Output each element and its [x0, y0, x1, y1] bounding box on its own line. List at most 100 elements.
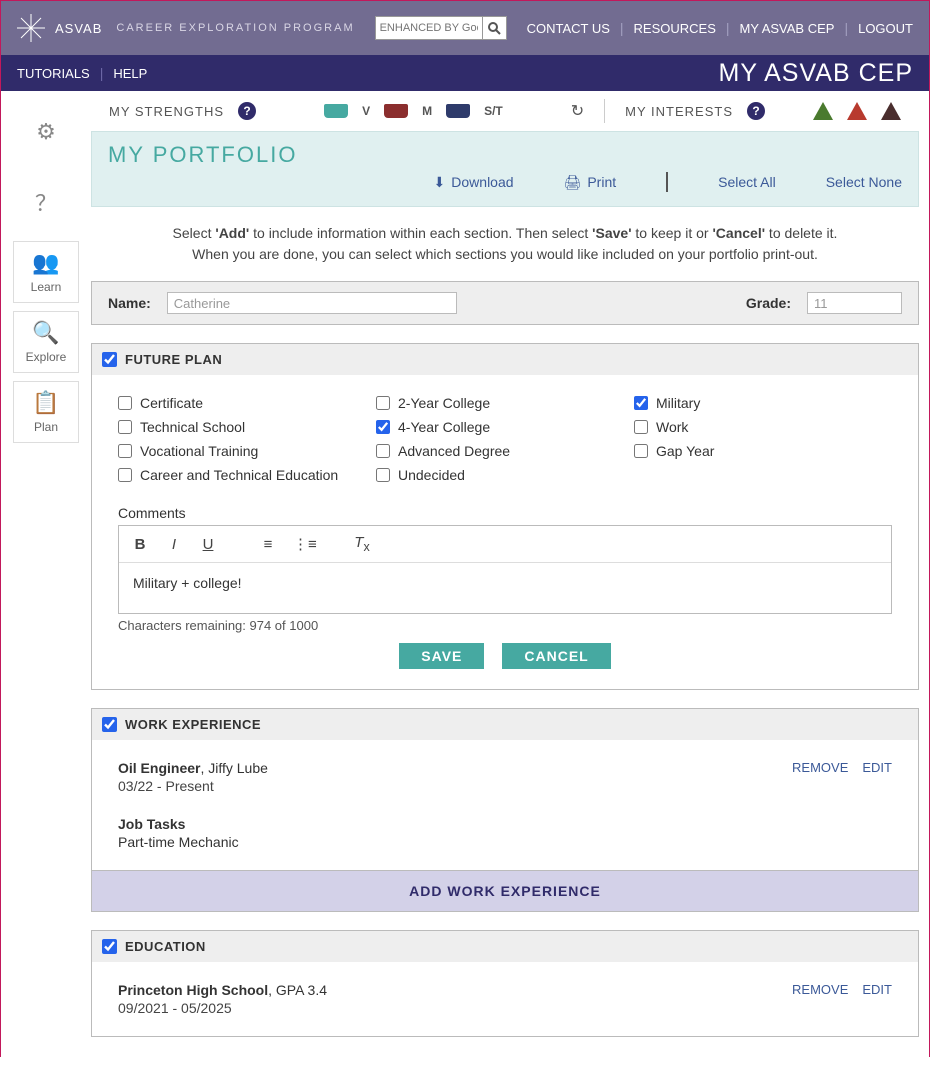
- name-label: Name:: [108, 295, 151, 311]
- sub-header: TUTORIALS | HELP MY ASVAB CEP: [1, 55, 929, 91]
- strengths-label: MY STRENGTHS: [109, 104, 224, 119]
- portfolio-header: MY PORTFOLIO ⬇Download 🖨Print Select All…: [91, 131, 919, 207]
- nav-plan-label: Plan: [34, 420, 58, 434]
- opt-four-year[interactable]: 4-Year College: [376, 419, 634, 435]
- refresh-icon[interactable]: ↻: [571, 101, 584, 121]
- clear-format-button[interactable]: Tx: [353, 534, 371, 554]
- nav-learn[interactable]: 👥 Learn: [13, 241, 79, 303]
- comments-textarea[interactable]: Military + college!: [119, 563, 891, 613]
- opt-work[interactable]: Work: [634, 419, 892, 435]
- instructions: Select 'Add' to include information with…: [91, 207, 919, 281]
- nav-logout[interactable]: LOGOUT: [858, 21, 913, 36]
- education-edit-link[interactable]: EDIT: [862, 982, 892, 997]
- work-title: WORK EXPERIENCE: [125, 717, 261, 732]
- education-school: Princeton High School: [118, 982, 268, 998]
- interests-label: MY INTERESTS: [625, 104, 733, 119]
- save-button[interactable]: SAVE: [399, 643, 484, 669]
- interest-badge-c: [813, 102, 833, 120]
- page-title: MY ASVAB CEP: [719, 59, 913, 88]
- nav-help-icon[interactable]: ？: [13, 171, 79, 233]
- char-counter: Characters remaining: 974 of 1000: [118, 618, 892, 633]
- work-dates: 03/22 - Present: [118, 778, 892, 794]
- download-icon: ⬇: [434, 174, 446, 191]
- cancel-button[interactable]: CANCEL: [502, 643, 610, 669]
- select-all-link[interactable]: Select All: [718, 174, 776, 190]
- nav-plan[interactable]: 📋 Plan: [13, 381, 79, 443]
- work-include-checkbox[interactable]: [102, 717, 117, 732]
- opt-vocational[interactable]: Vocational Training: [118, 443, 376, 459]
- content-area: MY STRENGTHS ? V M S/T ↻ MY INTERESTS ? …: [91, 91, 929, 1057]
- name-grade-bar: Name: Grade:: [91, 281, 919, 325]
- left-nav: ⚙ ？ 👥 Learn 🔍 Explore 📋 Plan: [1, 91, 91, 1057]
- grade-label: Grade:: [746, 295, 791, 311]
- education-include-checkbox[interactable]: [102, 939, 117, 954]
- bold-button[interactable]: B: [131, 536, 149, 553]
- nav-explore[interactable]: 🔍 Explore: [13, 311, 79, 373]
- work-entry: REMOVE EDIT Oil Engineer, Jiffy Lube 03/…: [118, 760, 892, 850]
- select-none-link[interactable]: Select None: [826, 174, 902, 190]
- education-remove-link[interactable]: REMOVE: [792, 982, 848, 997]
- top-nav: CONTACT US| RESOURCES| MY ASVAB CEP| LOG…: [527, 20, 913, 36]
- work-job-title: Oil Engineer: [118, 760, 200, 776]
- search-input[interactable]: [375, 16, 483, 40]
- nav-help[interactable]: HELP: [113, 66, 147, 81]
- nav-tutorials[interactable]: TUTORIALS: [17, 66, 90, 81]
- opt-two-year[interactable]: 2-Year College: [376, 395, 634, 411]
- opt-cte[interactable]: Career and Technical Education: [118, 467, 376, 483]
- plan-icon: 📋: [32, 390, 59, 416]
- search-box: [375, 16, 507, 40]
- explore-icon: 🔍: [32, 320, 59, 346]
- gear-icon: ⚙: [36, 119, 56, 145]
- portfolio-title: MY PORTFOLIO: [108, 142, 902, 168]
- unordered-list-button[interactable]: ⋮≡: [293, 535, 311, 553]
- italic-button[interactable]: I: [165, 536, 183, 553]
- opt-military[interactable]: Military: [634, 395, 892, 411]
- learn-icon: 👥: [32, 250, 59, 276]
- interest-badge-e: [847, 102, 867, 120]
- education-entry: REMOVE EDIT Princeton High School, GPA 3…: [118, 982, 892, 1016]
- interests-help-icon[interactable]: ?: [747, 102, 765, 120]
- book-navy-icon: [446, 102, 470, 120]
- nav-mycep[interactable]: MY ASVAB CEP: [740, 21, 835, 36]
- work-remove-link[interactable]: REMOVE: [792, 760, 848, 775]
- global-header: ASVAB CAREER EXPLORATION PROGRAM CONTACT…: [1, 1, 929, 55]
- education-gpa: , GPA 3.4: [268, 982, 327, 998]
- underline-button[interactable]: U: [199, 536, 217, 553]
- nav-learn-label: Learn: [31, 280, 62, 294]
- opt-gap[interactable]: Gap Year: [634, 443, 892, 459]
- section-work-experience: WORK EXPERIENCE REMOVE EDIT Oil Engineer…: [91, 708, 919, 912]
- comments-editor: B I U ≡ ⋮≡ Tx Military + college!: [118, 525, 892, 614]
- opt-undecided[interactable]: Undecided: [376, 467, 634, 483]
- help-icon: ？: [35, 186, 57, 218]
- download-link[interactable]: ⬇Download: [434, 174, 514, 191]
- editor-toolbar: B I U ≡ ⋮≡ Tx: [119, 526, 891, 563]
- book-red-icon: [384, 102, 408, 120]
- future-plan-include-checkbox[interactable]: [102, 352, 117, 367]
- opt-technical[interactable]: Technical School: [118, 419, 376, 435]
- ordered-list-button[interactable]: ≡: [259, 536, 277, 553]
- opt-advanced[interactable]: Advanced Degree: [376, 443, 634, 459]
- add-work-button[interactable]: ADD WORK EXPERIENCE: [92, 870, 918, 911]
- action-divider: [666, 172, 668, 192]
- opt-certificate[interactable]: Certificate: [118, 395, 376, 411]
- search-button[interactable]: [483, 16, 507, 40]
- education-title: EDUCATION: [125, 939, 206, 954]
- grade-input[interactable]: [807, 292, 902, 314]
- nav-settings[interactable]: ⚙: [13, 101, 79, 163]
- nav-resources[interactable]: RESOURCES: [634, 21, 716, 36]
- work-tasks-label: Job Tasks: [118, 816, 892, 832]
- strength-st: S/T: [484, 104, 503, 118]
- name-input[interactable]: [167, 292, 457, 314]
- work-edit-link[interactable]: EDIT: [862, 760, 892, 775]
- book-teal-icon: [324, 102, 348, 120]
- context-bar: MY STRENGTHS ? V M S/T ↻ MY INTERESTS ?: [91, 91, 919, 131]
- nav-contact[interactable]: CONTACT US: [527, 21, 610, 36]
- print-link[interactable]: 🖨Print: [564, 174, 617, 191]
- strengths-help-icon[interactable]: ?: [238, 102, 256, 120]
- education-dates: 09/2021 - 05/2025: [118, 1000, 892, 1016]
- search-icon: [488, 22, 501, 35]
- work-company: , Jiffy Lube: [200, 760, 267, 776]
- comments-label: Comments: [118, 505, 892, 521]
- brand-text: ASVAB: [55, 21, 102, 36]
- star-icon: [17, 14, 45, 42]
